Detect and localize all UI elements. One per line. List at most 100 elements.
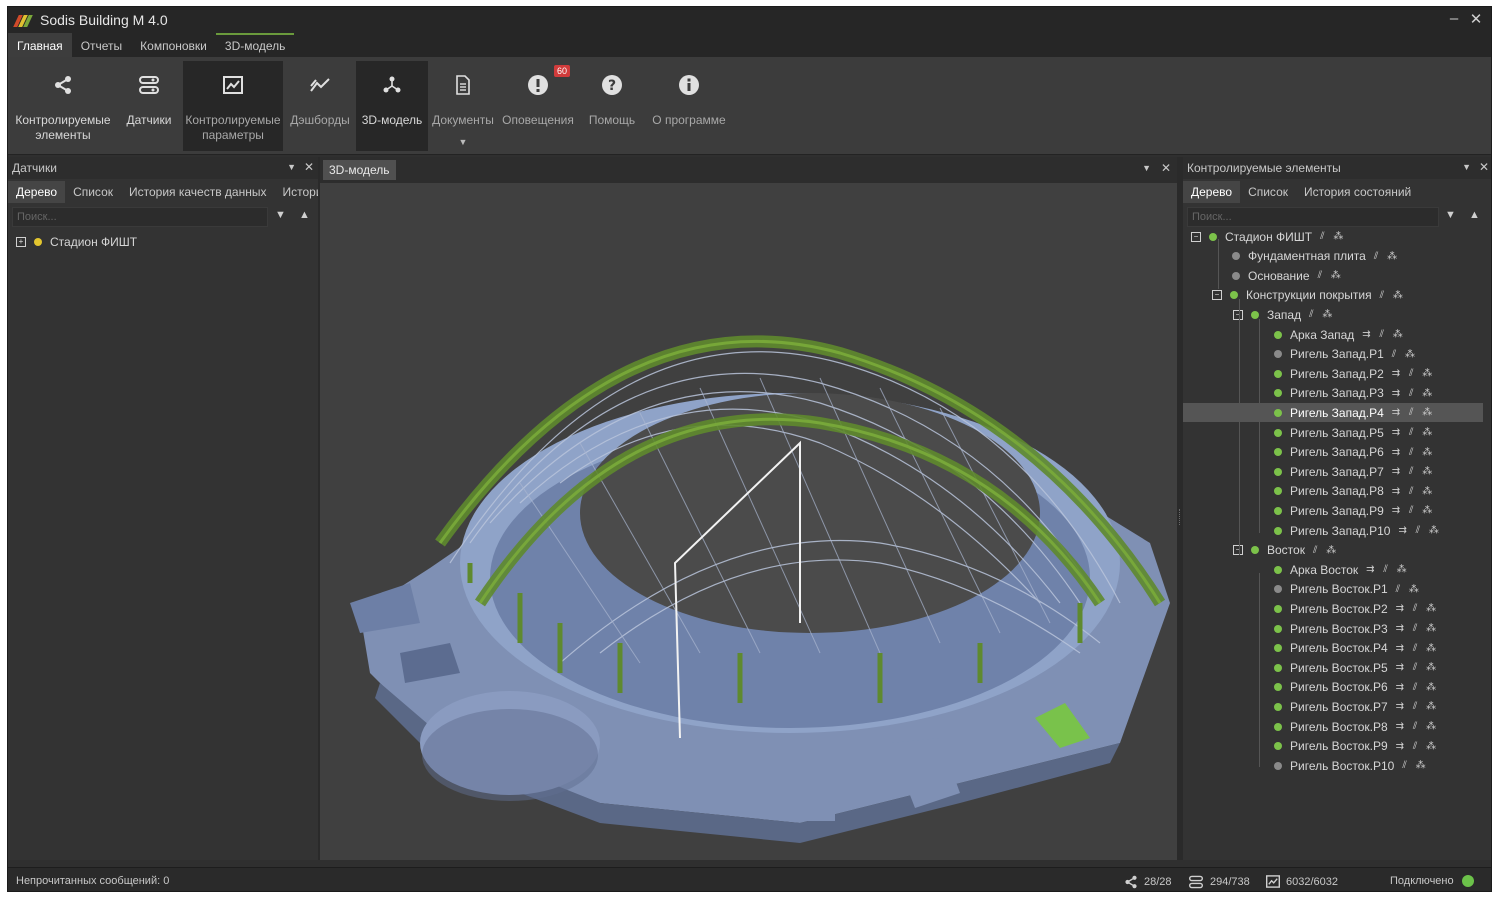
tree-item-actions-icon[interactable]: ⇉ ⫽ ⁂ xyxy=(1396,662,1439,673)
tree-item[interactable]: + Стадион ФИШТ xyxy=(16,232,137,251)
tree-item-actions-icon[interactable]: ⇉ ⫽ ⁂ xyxy=(1366,564,1409,575)
tree-item-actions-icon[interactable]: ⇉ ⫽ ⁂ xyxy=(1392,368,1435,379)
tab-reports[interactable]: Отчеты xyxy=(72,33,131,57)
tree-item-actions-icon[interactable]: ⇉ ⫽ ⁂ xyxy=(1392,388,1435,399)
help-button[interactable]: ? Помощь xyxy=(581,61,643,151)
tree-item-actions-icon[interactable]: ⇉ ⫽ ⁂ xyxy=(1392,505,1435,516)
tree-item-actions-icon[interactable]: ⇉ ⫽ ⁂ xyxy=(1392,427,1435,438)
controlled-elements-button[interactable]: Контролируемые элементы xyxy=(11,61,115,151)
tree-item[interactable]: Ригель Восток.Р6 ⇉ ⫽ ⁂ xyxy=(1274,678,1439,697)
tree-item[interactable]: Фундаментная плита ⫽ ⁂ xyxy=(1232,247,1400,266)
tree-item[interactable]: Ригель Запад.Р4 ⇉ ⫽ ⁂ xyxy=(1183,403,1483,423)
tree-item[interactable]: − Стадион ФИШТ ⫽ ⁂ xyxy=(1191,227,1346,246)
expand-icon[interactable]: + xyxy=(16,236,26,247)
tab-3d-model[interactable]: 3D-модель xyxy=(215,33,295,57)
sort-asc-icon[interactable]: ▲ xyxy=(1469,209,1480,221)
tree-item[interactable]: Ригель Запад.Р8 ⇉ ⫽ ⁂ xyxy=(1274,482,1435,501)
tree-item[interactable]: Ригель Восток.Р8 ⇉ ⫽ ⁂ xyxy=(1274,717,1439,736)
tree-item[interactable]: Арка Запад ⇉ ⫽ ⁂ xyxy=(1274,325,1406,344)
tree-item[interactable]: Ригель Запад.Р6 ⇉ ⫽ ⁂ xyxy=(1274,443,1435,462)
tree-item-actions-icon[interactable]: ⇉ ⫽ ⁂ xyxy=(1392,486,1435,497)
tree-item[interactable]: − Конструкции покрытия ⫽ ⁂ xyxy=(1212,286,1406,305)
tree-item[interactable]: Ригель Запад.Р3 ⇉ ⫽ ⁂ xyxy=(1274,384,1435,403)
tree-item[interactable]: Ригель Восток.Р2 ⇉ ⫽ ⁂ xyxy=(1274,599,1439,618)
documents-button[interactable]: Документы ▼ xyxy=(430,61,496,151)
dashboards-button[interactable]: Дэшборды xyxy=(286,61,354,151)
viewport-close-icon[interactable]: ✕ xyxy=(1161,161,1171,175)
collapse-icon[interactable]: − xyxy=(1212,290,1222,301)
tree-item[interactable]: Ригель Запад.Р5 ⇉ ⫽ ⁂ xyxy=(1274,423,1435,442)
elements-search-input[interactable]: Поиск... xyxy=(1187,207,1439,227)
tree-item-actions-icon[interactable]: ⫽ ⁂ xyxy=(1320,231,1346,242)
tab-state-history[interactable]: История состояний xyxy=(1296,181,1419,203)
tab-layouts[interactable]: Компоновки xyxy=(131,33,216,57)
tree-item-actions-icon[interactable]: ⇉ ⫽ ⁂ xyxy=(1396,721,1439,732)
tab-tree[interactable]: Дерево xyxy=(8,181,66,203)
tree-item-actions-icon[interactable]: ⇉ ⫽ ⁂ xyxy=(1396,741,1439,752)
sort-desc-icon[interactable]: ▼ xyxy=(1445,209,1456,221)
tree-item-actions-icon[interactable]: ⫽ ⁂ xyxy=(1318,270,1344,281)
tree-item-actions-icon[interactable]: ⇉ ⫽ ⁂ xyxy=(1392,466,1435,477)
sort-desc-icon[interactable]: ▼ xyxy=(275,209,286,221)
tree-item-actions-icon[interactable]: ⇉ ⫽ ⁂ xyxy=(1392,407,1435,418)
sensors-button[interactable]: Датчики xyxy=(115,61,183,151)
sensors-search-input[interactable]: Поиск... xyxy=(12,207,268,227)
stadium-3d-model[interactable] xyxy=(320,183,1177,860)
panel-close-icon[interactable]: ✕ xyxy=(304,160,314,174)
tree-item-actions-icon[interactable]: ⇉ ⫽ ⁂ xyxy=(1396,682,1439,693)
tab-data-quality-history[interactable]: История качеств данных xyxy=(121,181,274,203)
tree-item[interactable]: Основание ⫽ ⁂ xyxy=(1232,266,1344,285)
panel-menu-icon[interactable]: ▼ xyxy=(287,162,296,172)
tree-item[interactable]: Ригель Восток.Р7 ⇉ ⫽ ⁂ xyxy=(1274,697,1439,716)
tree-item[interactable]: Ригель Запад.Р10 ⇉ ⫽ ⁂ xyxy=(1274,521,1442,540)
tree-item-actions-icon[interactable]: ⇉ ⫽ ⁂ xyxy=(1396,603,1439,614)
tree-item-actions-icon[interactable]: ⫽ ⁂ xyxy=(1309,309,1335,320)
tree-item-actions-icon[interactable]: ⫽ ⁂ xyxy=(1313,545,1339,556)
tree-item[interactable]: Ригель Запад.Р1 ⫽ ⁂ xyxy=(1274,345,1418,364)
info-icon xyxy=(675,71,703,99)
tree-item[interactable]: Ригель Запад.Р7 ⇉ ⫽ ⁂ xyxy=(1274,462,1435,481)
tree-item[interactable]: Ригель Восток.Р4 ⇉ ⫽ ⁂ xyxy=(1274,639,1439,658)
3d-viewport[interactable]: 3D-модель ▼ ✕ xyxy=(320,157,1177,860)
close-window-button[interactable]: ✕ xyxy=(1467,10,1485,28)
tree-item[interactable]: Ригель Запад.Р9 ⇉ ⫽ ⁂ xyxy=(1274,501,1435,520)
tree-item[interactable]: Ригель Запад.Р2 ⇉ ⫽ ⁂ xyxy=(1274,364,1435,383)
tab-list[interactable]: Список xyxy=(1240,181,1296,203)
tree-item-actions-icon[interactable]: ⇉ ⫽ ⁂ xyxy=(1398,525,1441,536)
tree-item-actions-icon[interactable]: ⇉ ⫽ ⁂ xyxy=(1396,643,1439,654)
alerts-button[interactable]: 60 Оповещения xyxy=(502,61,574,151)
tree-item[interactable]: − Запад ⫽ ⁂ xyxy=(1233,305,1335,324)
tree-item-actions-icon[interactable]: ⇉ ⫽ ⁂ xyxy=(1396,701,1439,712)
viewport-menu-icon[interactable]: ▼ xyxy=(1142,163,1151,173)
panel-menu-icon[interactable]: ▼ xyxy=(1462,162,1471,172)
documents-dropdown-icon[interactable]: ▼ xyxy=(459,137,468,147)
tree-item[interactable]: Ригель Восток.Р5 ⇉ ⫽ ⁂ xyxy=(1274,658,1439,677)
about-button[interactable]: О программе xyxy=(648,61,730,151)
tree-item-actions-icon[interactable]: ⇉ ⫽ ⁂ xyxy=(1362,329,1405,340)
tree-item[interactable]: Ригель Восток.Р10 ⫽ ⁂ xyxy=(1274,756,1429,775)
3d-model-button[interactable]: 3D-модель xyxy=(356,61,428,151)
tab-3d-view[interactable]: 3D-модель xyxy=(323,160,396,180)
tree-item[interactable]: Арка Восток ⇉ ⫽ ⁂ xyxy=(1274,560,1410,579)
tree-item[interactable]: Ригель Восток.Р1 ⫽ ⁂ xyxy=(1274,580,1422,599)
tree-item[interactable]: Ригель Восток.Р3 ⇉ ⫽ ⁂ xyxy=(1274,619,1439,638)
tree-item-actions-icon[interactable]: ⇉ ⫽ ⁂ xyxy=(1396,623,1439,634)
controlled-params-button[interactable]: Контролируемые параметры xyxy=(183,61,283,151)
collapse-icon[interactable]: − xyxy=(1191,231,1201,242)
tree-item[interactable]: Ригель Восток.Р9 ⇉ ⫽ ⁂ xyxy=(1274,737,1439,756)
panel-close-icon[interactable]: ✕ xyxy=(1479,160,1489,174)
collapse-icon[interactable]: − xyxy=(1233,545,1243,556)
collapse-icon[interactable]: − xyxy=(1233,309,1243,320)
sort-asc-icon[interactable]: ▲ xyxy=(299,209,310,221)
tab-tree[interactable]: Дерево xyxy=(1183,181,1241,203)
tree-item-actions-icon[interactable]: ⫽ ⁂ xyxy=(1396,584,1422,595)
minimize-button[interactable]: – xyxy=(1445,10,1463,27)
tab-list[interactable]: Список xyxy=(65,181,121,203)
tree-item-actions-icon[interactable]: ⫽ ⁂ xyxy=(1392,349,1418,360)
tree-item-actions-icon[interactable]: ⫽ ⁂ xyxy=(1380,290,1406,301)
tab-home[interactable]: Главная xyxy=(8,33,72,57)
tree-item-actions-icon[interactable]: ⫽ ⁂ xyxy=(1402,760,1428,771)
tree-item-actions-icon[interactable]: ⫽ ⁂ xyxy=(1374,251,1400,262)
tree-item-actions-icon[interactable]: ⇉ ⫽ ⁂ xyxy=(1392,447,1435,458)
tree-item[interactable]: − Восток ⫽ ⁂ xyxy=(1233,541,1339,560)
